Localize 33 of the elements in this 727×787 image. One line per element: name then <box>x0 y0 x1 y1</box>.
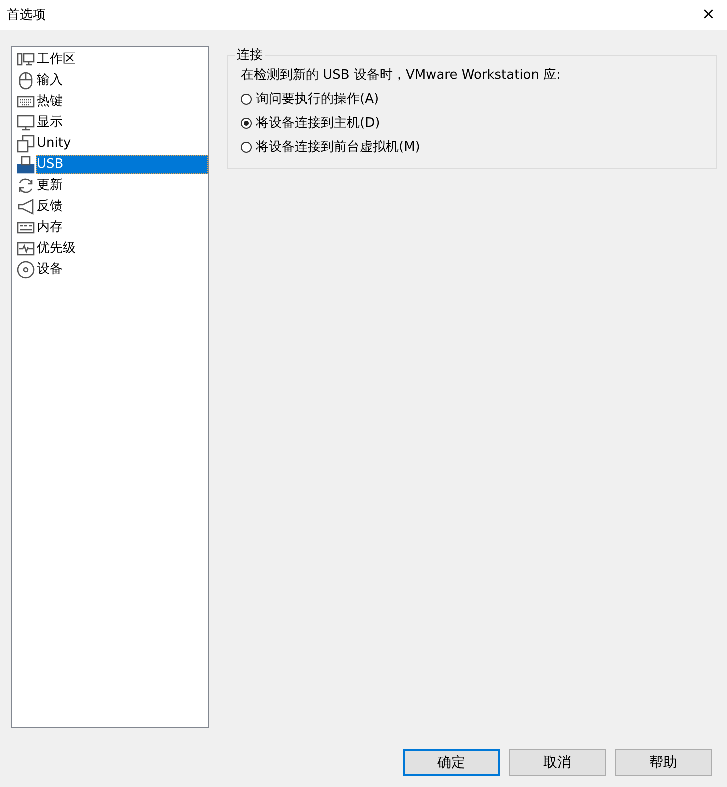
radio-icon[interactable] <box>241 142 252 152</box>
windows-icon <box>17 134 35 152</box>
close-button[interactable]: ✕ <box>702 5 715 25</box>
usb-drive-icon <box>17 156 35 174</box>
sidebar-item[interactable]: 设备 <box>36 260 208 279</box>
dialog-button[interactable]: 帮助 <box>615 749 712 776</box>
monitor-icon <box>17 50 35 68</box>
radio-icon[interactable] <box>241 94 252 104</box>
monitor-icon <box>17 114 35 132</box>
dialog-button[interactable]: 取消 <box>509 749 606 776</box>
pulse-icon <box>17 240 35 258</box>
dialog-button[interactable]: 确定 <box>403 749 500 776</box>
radio-icon[interactable] <box>241 118 252 128</box>
radio-option[interactable]: 询问要执行的操作(A) <box>241 90 706 108</box>
prompt-text: 在检测到新的 USB 设备时，VMware Workstation 应: <box>241 67 562 84</box>
sidebar-item[interactable]: 输入 <box>36 71 208 90</box>
sidebar-item[interactable]: USB <box>36 155 208 174</box>
sidebar-item[interactable]: 工作区 <box>36 50 208 69</box>
window-title: 首选项 <box>7 7 46 24</box>
sidebar-item[interactable]: 内存 <box>36 218 208 237</box>
sidebar-item[interactable]: 更新 <box>36 176 208 195</box>
disc-icon <box>17 260 35 278</box>
sidebar-item[interactable]: 热键 <box>36 92 208 111</box>
group-title: 连接 <box>236 47 264 64</box>
sidebar-item[interactable]: 优先级 <box>36 239 208 258</box>
refresh-icon <box>17 176 35 194</box>
megaphone-icon <box>17 198 35 216</box>
mouse-icon <box>17 72 35 90</box>
radio-option[interactable]: 将设备连接到前台虚拟机(M) <box>241 138 706 156</box>
sidebar-item[interactable]: 反馈 <box>36 197 208 216</box>
sidebar-item[interactable]: 显示 <box>36 113 208 132</box>
radio-option[interactable]: 将设备连接到主机(D) <box>241 114 706 132</box>
sidebar-item[interactable]: Unity <box>36 134 208 153</box>
